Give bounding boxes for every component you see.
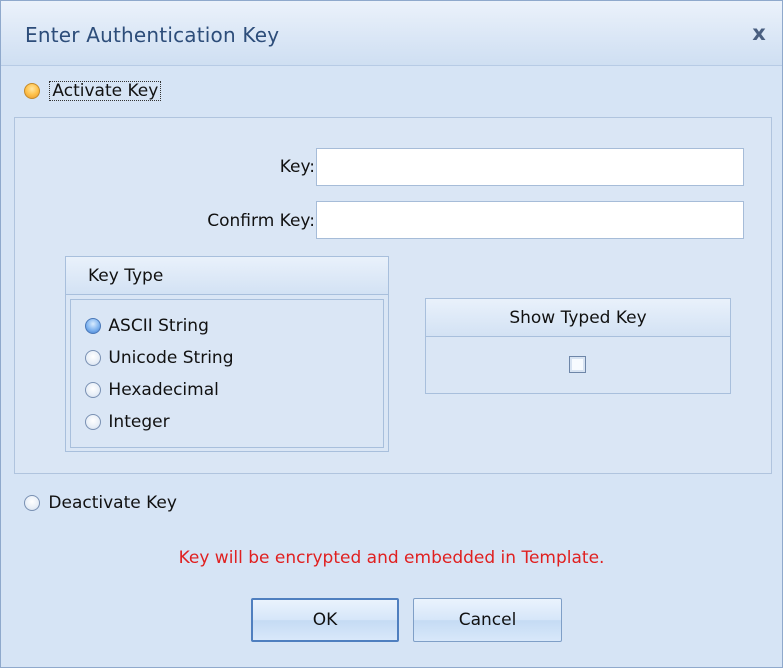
deactivate-key-radio[interactable]: [24, 495, 40, 511]
show-typed-key-checkbox[interactable]: [569, 356, 586, 373]
key-type-header: Key Type: [66, 257, 388, 295]
activate-key-panel: Key: Confirm Key: Key Type ASCII String …: [14, 117, 772, 474]
auth-key-dialog: Enter Authentication Key x Activate Key …: [0, 0, 783, 668]
confirm-key-input[interactable]: [316, 201, 744, 239]
key-type-options: ASCII String Unicode String Hexadecimal …: [70, 299, 384, 448]
activate-key-label: Activate Key: [49, 81, 162, 101]
title-bar[interactable]: Enter Authentication Key x: [1, 1, 782, 66]
unicode-string-label: Unicode String: [108, 348, 234, 368]
encryption-note: Key will be encrypted and embedded in Te…: [178, 548, 605, 568]
key-type-option-unicode[interactable]: Unicode String: [85, 347, 233, 369]
ok-button[interactable]: OK: [251, 598, 399, 642]
hexadecimal-label: Hexadecimal: [108, 380, 219, 400]
key-type-option-ascii[interactable]: ASCII String: [85, 315, 209, 337]
integer-radio[interactable]: [85, 414, 101, 430]
ascii-string-radio[interactable]: [85, 318, 101, 334]
show-typed-key-group: Show Typed Key: [425, 298, 731, 394]
confirm-key-label: Confirm Key:: [207, 211, 315, 231]
hexadecimal-radio[interactable]: [85, 382, 101, 398]
key-type-option-integer[interactable]: Integer: [85, 411, 170, 433]
cancel-button[interactable]: Cancel: [413, 598, 562, 642]
unicode-string-radio[interactable]: [85, 350, 101, 366]
integer-label: Integer: [108, 412, 170, 432]
key-type-option-hex[interactable]: Hexadecimal: [85, 379, 219, 401]
key-label: Key:: [279, 157, 315, 177]
show-typed-key-header: Show Typed Key: [426, 299, 730, 337]
close-icon: x: [752, 21, 766, 45]
activate-key-radio[interactable]: [24, 83, 40, 99]
deactivate-key-option[interactable]: Deactivate Key: [24, 492, 177, 514]
deactivate-key-label: Deactivate Key: [48, 493, 177, 513]
activate-key-option[interactable]: Activate Key: [24, 81, 162, 103]
dialog-title: Enter Authentication Key: [25, 23, 280, 47]
close-button[interactable]: x: [746, 21, 772, 47]
key-input[interactable]: [316, 148, 744, 186]
key-type-group: Key Type ASCII String Unicode String Hex…: [65, 256, 389, 452]
ascii-string-label: ASCII String: [108, 316, 209, 336]
